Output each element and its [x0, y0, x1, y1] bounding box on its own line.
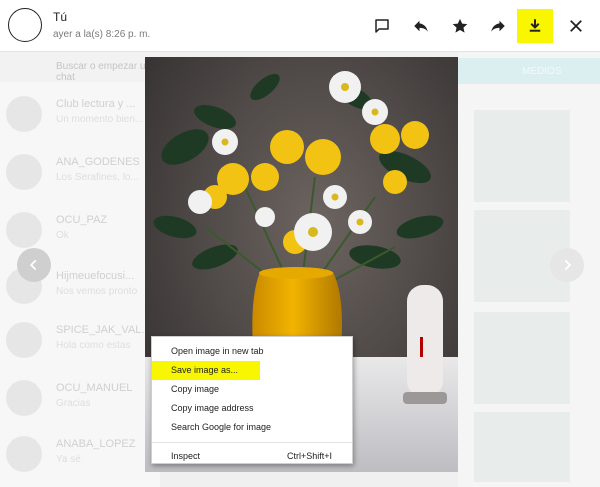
avatar: [6, 436, 42, 472]
download-button[interactable]: [517, 9, 553, 43]
context-menu: Open image in new tab Save image as... C…: [151, 336, 353, 464]
chat-snippet: Gracias: [56, 398, 91, 409]
viewer-header: Tú ayer a la(s) 8:26 p. m.: [0, 0, 600, 52]
chevron-left-icon: [29, 259, 37, 271]
message-timestamp: ayer a la(s) 8:26 p. m.: [53, 29, 151, 40]
download-icon: [529, 19, 541, 32]
menu-item-inspect[interactable]: Inspect Ctrl+Shift+I: [152, 447, 352, 466]
chat-name: ANA_GODENES: [56, 156, 140, 168]
background-search: Buscar o empezar un chat: [0, 52, 160, 83]
chat-name: OCU_PAZ: [56, 214, 108, 226]
close-button[interactable]: [558, 9, 594, 43]
chat-name: SPICE_JAK_VAL...: [56, 324, 151, 336]
comment-button[interactable]: [364, 9, 400, 43]
menu-item-label: Copy image address: [171, 403, 254, 413]
chat-name: OCU_MANUEL: [56, 382, 133, 394]
chat-snippet: Un momento bien...: [56, 114, 144, 125]
media-thumbnail: [474, 412, 570, 482]
menu-item-label: Save image as...: [171, 365, 239, 375]
menu-item-shortcut: Ctrl+Shift+I: [286, 451, 332, 461]
avatar: [6, 154, 42, 190]
list-item: OCU_MANUEL Gracias: [0, 372, 160, 430]
menu-item-label: Copy image: [171, 384, 220, 394]
forward-button[interactable]: [480, 9, 516, 43]
menu-item-label: Inspect: [171, 451, 201, 461]
chat-snippet: Los Serafines, lo...: [56, 172, 139, 183]
list-item: SPICE_JAK_VAL... Hola como estas: [0, 314, 160, 372]
sender-name: Tú: [53, 10, 68, 24]
avatar: [6, 322, 42, 358]
list-item: Club lectura y ... Un momento bien...: [0, 88, 160, 146]
reply-icon: [414, 20, 428, 32]
previous-image-button[interactable]: [17, 248, 51, 282]
chat-name: Hijmeuefocusi...: [56, 270, 135, 282]
star-icon: [452, 18, 468, 33]
avatar: [6, 212, 42, 248]
menu-item-copy-image[interactable]: Copy image: [152, 380, 352, 399]
avatar[interactable]: [8, 8, 42, 42]
next-image-button[interactable]: [550, 248, 584, 282]
media-tab: MEDIOS: [458, 58, 600, 84]
chat-name: Club lectura y ...: [56, 98, 136, 110]
list-item: ANA_GODENES Los Serafines, lo...: [0, 146, 160, 204]
forward-icon: [491, 20, 505, 32]
chat-snippet: Ya sé: [56, 454, 81, 465]
reply-button[interactable]: [403, 9, 439, 43]
chat-snippet: Nos vemos pronto: [56, 286, 138, 297]
menu-item-copy-image-address[interactable]: Copy image address: [152, 399, 352, 418]
chat-name: ANABA_LOPEZ: [56, 438, 136, 450]
media-thumbnail: [474, 110, 570, 202]
media-thumbnail: [474, 312, 570, 404]
menu-item-label: Open image in new tab: [171, 346, 264, 356]
menu-divider: [152, 442, 352, 443]
chat-snippet: Ok: [56, 230, 69, 241]
menu-item-label: Search Google for image: [171, 422, 272, 432]
list-item: ANABA_LOPEZ Ya sé: [0, 428, 160, 486]
star-button[interactable]: [442, 9, 478, 43]
chat-snippet: Hola como estas: [56, 340, 131, 351]
menu-item-search-google-for-image[interactable]: Search Google for image: [152, 418, 352, 437]
close-icon: [570, 20, 582, 32]
chevron-right-icon: [564, 259, 572, 271]
avatar: [6, 96, 42, 132]
menu-item-save-image-as[interactable]: Save image as...: [152, 361, 260, 380]
menu-item-open-image-new-tab[interactable]: Open image in new tab: [152, 342, 352, 361]
avatar: [6, 380, 42, 416]
comment-icon: [375, 19, 389, 33]
